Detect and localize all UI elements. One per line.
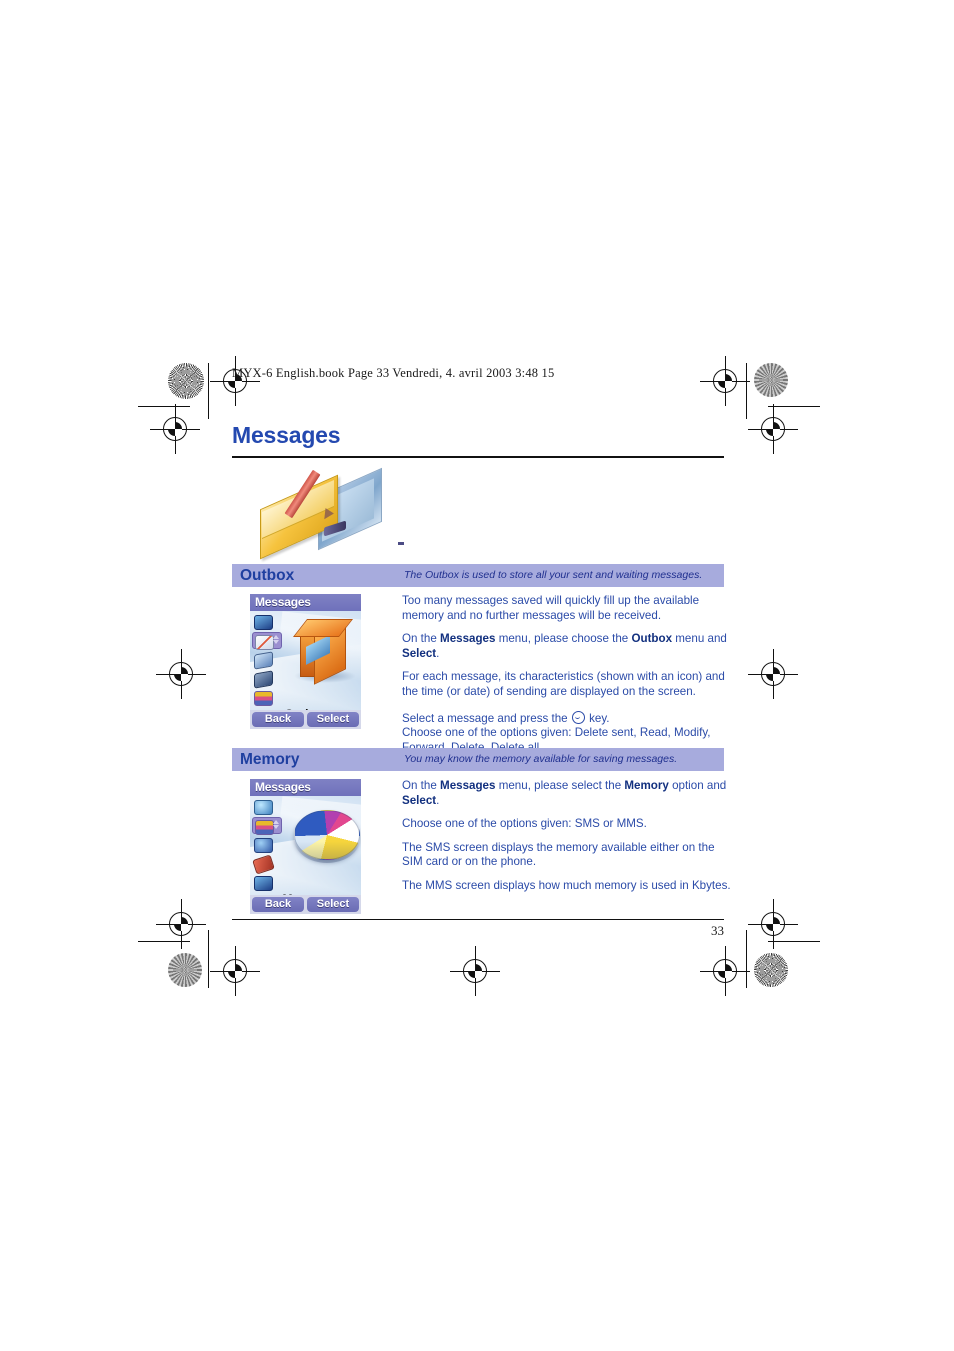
section-note-memory: You may know the memory available for sa… [404, 753, 678, 765]
softkey-back[interactable]: Back [252, 897, 304, 912]
crop-rule-bottom-right [768, 941, 820, 942]
menu-icon-blue-round [252, 874, 274, 891]
crop-rule-top-right [768, 406, 820, 407]
star-target-bottom-right [754, 953, 788, 987]
trim-line-left-bottom [208, 930, 209, 988]
footer-divider [232, 919, 724, 921]
title-divider [232, 456, 724, 458]
crop-rule-bottom-left [138, 941, 190, 942]
registration-mark-lower-right-corner [748, 899, 798, 949]
softkey-select[interactable]: Select [307, 712, 359, 727]
phone-title-text: Messages [255, 595, 311, 609]
phone-screenshot-memory: Messages Memory Back Select [250, 779, 361, 914]
menu-icon-dark-diamond [252, 670, 274, 689]
registration-mark-lower-left-corner [156, 899, 206, 949]
registration-mark-upper-left-corner [150, 404, 200, 454]
menu-icon-cyan-round [252, 798, 274, 815]
section-body-memory: On the Messages menu, please select the … [402, 779, 732, 903]
registration-mark-mid-right [748, 649, 798, 699]
crop-rule-top-left [138, 406, 190, 407]
phone-titlebar: Messages [250, 594, 361, 611]
softkey-back[interactable]: Back [252, 712, 304, 727]
trim-line-right-bottom [746, 930, 747, 988]
page-number: 33 [711, 923, 724, 938]
menu-icon-round [252, 836, 274, 853]
phone-screen-label-memory: Memory [250, 892, 361, 895]
paragraph: Too many messages saved will quickly fil… [402, 594, 700, 622]
paragraph: Choose one of the options given: SMS or … [402, 817, 647, 831]
memory-pie-chart-icon [294, 810, 360, 864]
page-title: Messages [232, 422, 341, 448]
menu-icon-blue-round [252, 613, 274, 630]
phone-title-text: Messages [255, 780, 311, 794]
registration-mark-bottom-right [700, 946, 750, 996]
phone-screenshot-outbox: Messages Outbox Bac [250, 594, 361, 729]
section-title-memory: Memory [240, 751, 300, 768]
menu-icon-memory-selected [252, 817, 282, 835]
section-band-outbox: Outbox The Outbox is used to store all y… [232, 564, 724, 587]
section-note-outbox: The Outbox is used to store all your sen… [404, 569, 703, 581]
envelope-pencil-icon [252, 466, 404, 560]
section-band-memory: Memory You may know the memory available… [232, 748, 724, 771]
menu-icon-stack [252, 689, 274, 706]
paragraph: On the Messages menu, please choose the … [402, 632, 727, 660]
trim-line-right [746, 363, 747, 419]
menu-icon-envelope-selected [252, 632, 282, 650]
paragraph: For each message, its characteristics (s… [402, 670, 725, 698]
paragraph: Select a message and press the key. [402, 710, 610, 725]
book-header-line: MYX-6 English.book Page 33 Vendredi, 4. … [232, 366, 555, 380]
halftone-target-bottom-left [168, 953, 202, 987]
halftone-target-top-right [754, 363, 788, 397]
phone-menu-icon-column [252, 798, 282, 893]
phone-titlebar: Messages [250, 779, 361, 796]
registration-mark-bottom-left [210, 946, 260, 996]
paragraph: The SMS screen displays the memory avail… [402, 840, 715, 869]
registration-mark-bottom-center [450, 946, 500, 996]
registration-mark-top-right [700, 356, 750, 406]
softkey-select[interactable]: Select [307, 897, 359, 912]
outbox-mailbox-icon [292, 619, 356, 685]
phone-canvas: Memory [250, 796, 361, 895]
trim-line-left [208, 363, 209, 419]
menu-icon-diamond [252, 651, 274, 670]
phone-menu-icon-column [252, 613, 282, 708]
section-body-outbox: Too many messages saved will quickly fil… [402, 594, 732, 764]
paragraph: On the Messages menu, please select the … [402, 779, 727, 807]
phone-canvas: Outbox [250, 611, 361, 710]
star-target-top-left [168, 363, 204, 399]
paragraph: The MMS screen displays how much memory … [402, 878, 731, 892]
registration-mark-upper-right-corner [748, 404, 798, 454]
phone-softkey-bar: Back Select [250, 710, 361, 729]
phone-screen-label-outbox: Outbox [250, 707, 361, 710]
section-title-outbox: Outbox [240, 567, 295, 584]
navigation-key-icon [571, 710, 585, 724]
menu-icon-pen [252, 854, 275, 875]
registration-mark-mid-left [156, 649, 206, 699]
phone-softkey-bar: Back Select [250, 895, 361, 914]
